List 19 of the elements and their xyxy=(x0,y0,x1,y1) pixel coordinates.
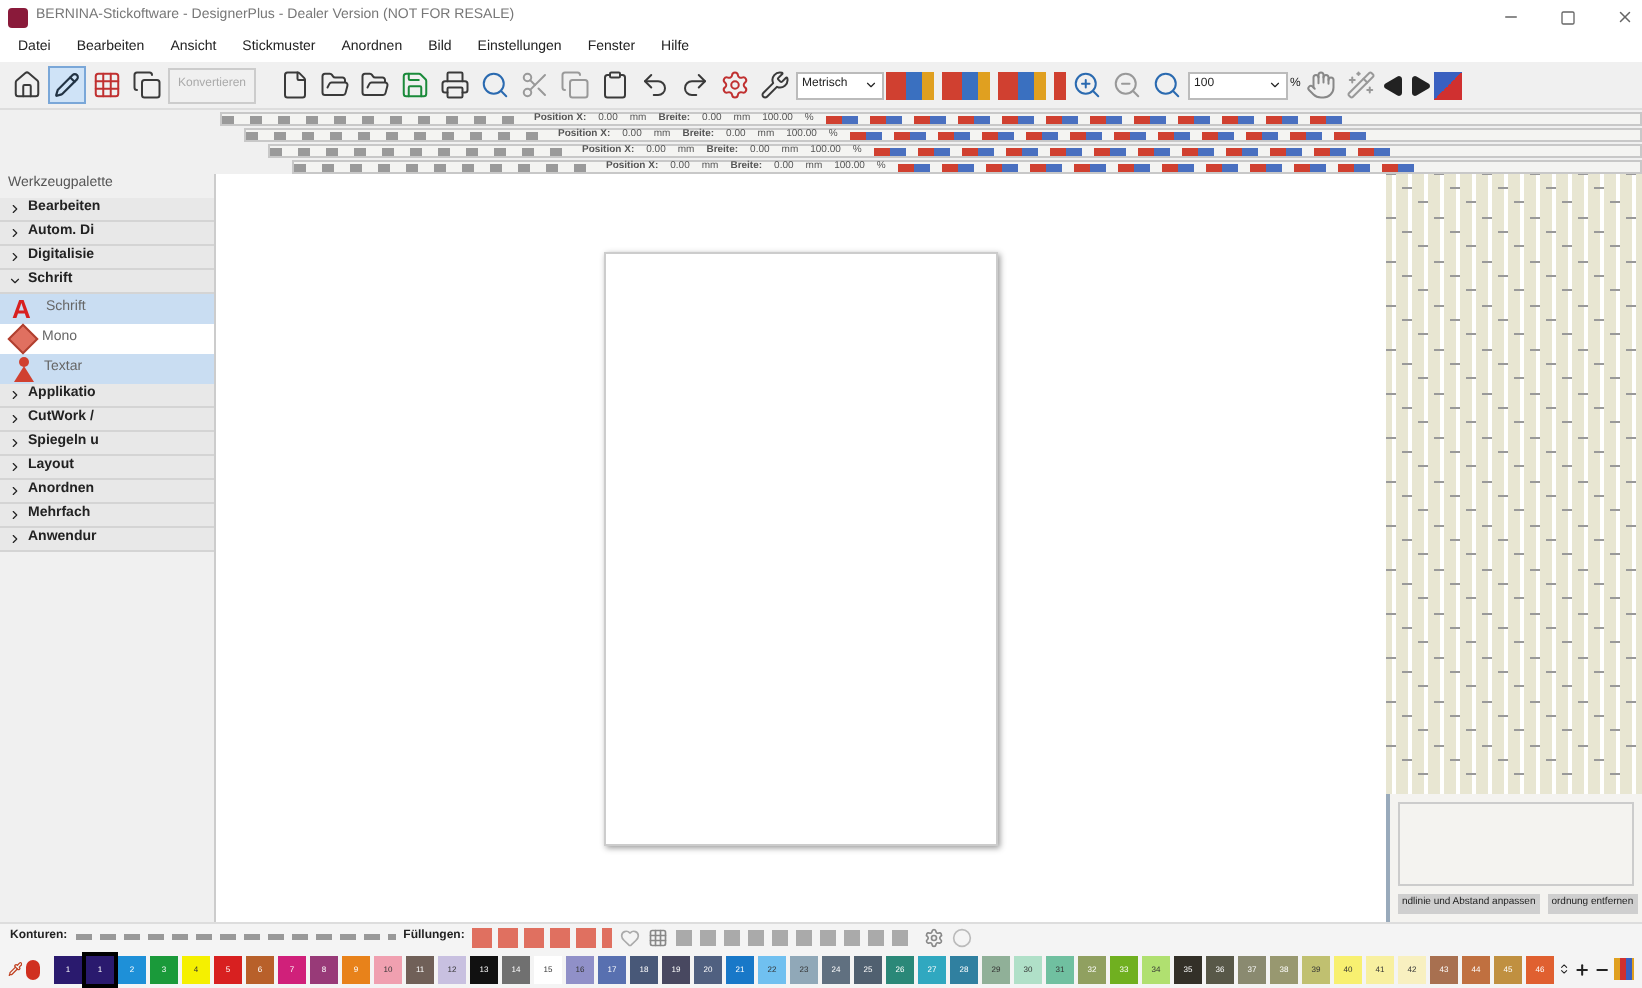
eyedropper-icon[interactable] xyxy=(8,958,23,980)
stepper-icon[interactable] xyxy=(1558,960,1571,978)
fill-styles-drawing xyxy=(472,927,613,947)
hand-icon[interactable] xyxy=(1302,66,1341,104)
maximize-icon[interactable] xyxy=(1560,9,1576,25)
copy-icon[interactable] xyxy=(128,66,166,104)
letter-icon: A xyxy=(12,296,38,322)
pencil-icon[interactable] xyxy=(48,66,86,104)
printer-icon[interactable] xyxy=(436,66,475,104)
close-icon[interactable] xyxy=(1616,8,1634,26)
color-blocks-icon[interactable] xyxy=(1434,71,1463,99)
app-logo-icon xyxy=(8,7,28,27)
thread-bars-icon[interactable] xyxy=(1614,958,1635,980)
tools-icon[interactable] xyxy=(756,66,795,104)
next-icon[interactable] xyxy=(1408,73,1433,97)
previous-icon[interactable] xyxy=(1382,73,1407,97)
gear-icon[interactable] xyxy=(924,927,945,947)
figure-icon xyxy=(12,356,36,382)
grid-icon[interactable] xyxy=(648,927,669,947)
